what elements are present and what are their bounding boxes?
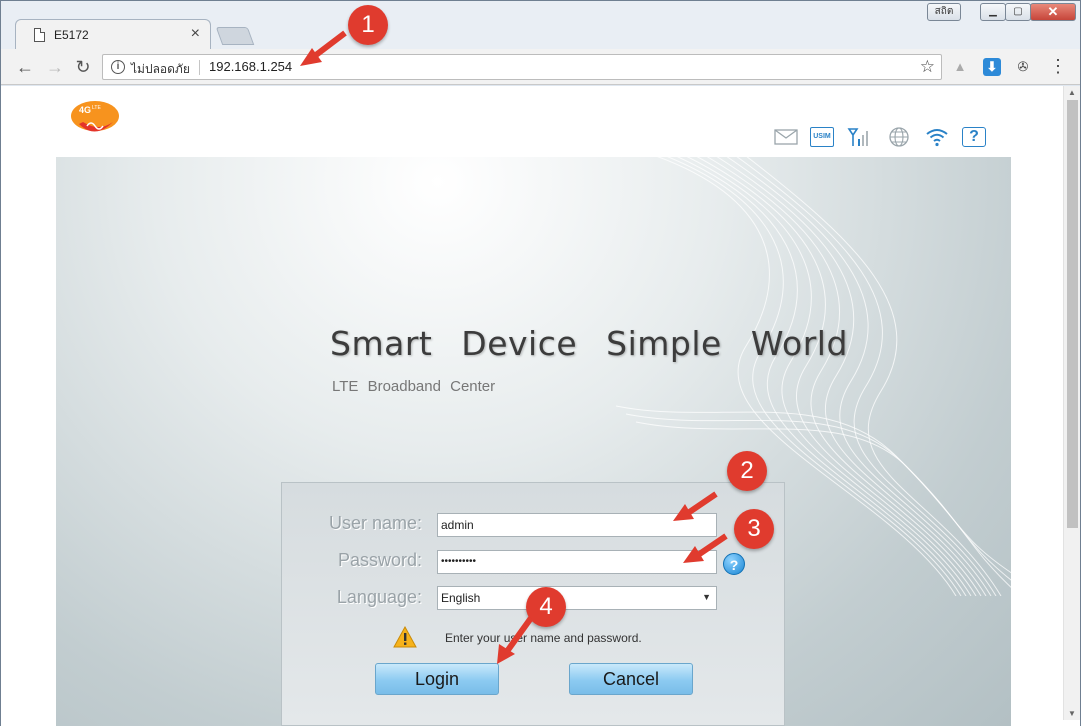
tab-close-icon[interactable]: × [191,25,200,43]
page-scrollbar[interactable]: ▲ ▼ [1063,86,1080,720]
info-icon[interactable]: i [111,60,125,74]
username-label: User name: [328,513,422,533]
back-button[interactable]: ← [13,55,37,79]
document-icon [34,28,45,42]
svg-text:LTE: LTE [92,105,101,111]
cancel-button[interactable]: Cancel [569,663,693,695]
bookmark-star-icon[interactable]: ☆ [920,57,935,77]
title-bar: E5172 × สถิต ▁ ▢ ✕ [1,1,1080,49]
language-select[interactable]: English ▼ [437,586,717,610]
url-text[interactable]: 192.168.1.254 [209,59,292,74]
subtitle-text: LTE Broadband Center [332,378,496,395]
globe-icon[interactable] [887,127,911,147]
browser-tab[interactable]: E5172 × [15,19,211,49]
forward-button[interactable]: → [43,55,67,79]
annotation-badge-1: 1 [348,5,388,45]
help-icon[interactable]: ? [962,127,986,147]
language-label: Language: [336,587,422,607]
wifi-icon[interactable] [925,127,949,147]
annotation-badge-2: 2 [727,451,767,491]
password-label: Password: [337,550,422,570]
password-help-icon[interactable]: ? [723,553,745,575]
security-label: ไม่ปลอดภัย [131,62,190,76]
usim-icon[interactable]: USIM [810,127,834,147]
new-tab-button[interactable] [215,27,255,45]
page-viewport: 4G LTE USIM ? Smart Device Simple World … [1,86,1080,726]
user-profile-badge[interactable]: สถิต [927,3,961,21]
password-input[interactable]: •••••••••• [437,550,717,574]
browser-menu-icon[interactable]: ⋮ [1049,57,1067,75]
language-selected-value: English [441,591,481,605]
login-hint-text: Enter your user name and password. [445,631,642,645]
close-window-button[interactable]: ✕ [1030,3,1076,21]
divider [199,60,200,75]
address-bar[interactable]: i ไม่ปลอดภัย 192.168.1.254 ☆ [102,54,942,80]
warning-icon [393,626,417,648]
slogan-heading: Smart Device Simple World [330,324,848,363]
username-input[interactable]: admin [437,513,717,537]
page-header: 4G LTE USIM ? [56,86,1011,157]
mail-icon[interactable] [774,127,798,147]
maximize-button[interactable]: ▢ [1005,3,1031,21]
drive-extension-icon[interactable]: ▲ [951,58,969,76]
svg-text:4G: 4G [79,105,91,115]
reload-button[interactable]: ↻ [71,55,95,79]
scrollbar-thumb[interactable] [1067,100,1078,528]
scroll-up-icon[interactable]: ▲ [1068,88,1076,97]
scroll-down-icon[interactable]: ▼ [1068,709,1076,718]
browser-toolbar: ← → ↻ i ไม่ปลอดภัย 192.168.1.254 ☆ ▲ ⬇ ✇… [1,49,1080,85]
annotation-badge-4: 4 [526,587,566,627]
login-button[interactable]: Login [375,663,499,695]
annotation-badge-3: 3 [734,509,774,549]
download-extension-icon[interactable]: ⬇ [983,58,1001,76]
signal-icon[interactable] [847,127,871,147]
tab-title: E5172 [54,28,89,42]
chevron-down-icon: ▼ [702,592,711,602]
film-extension-icon[interactable]: ✇ [1014,58,1032,76]
minimize-button[interactable]: ▁ [980,3,1006,21]
router-page: 4G LTE USIM ? Smart Device Simple World … [56,86,1016,726]
4g-lte-logo: 4G LTE [71,101,119,132]
